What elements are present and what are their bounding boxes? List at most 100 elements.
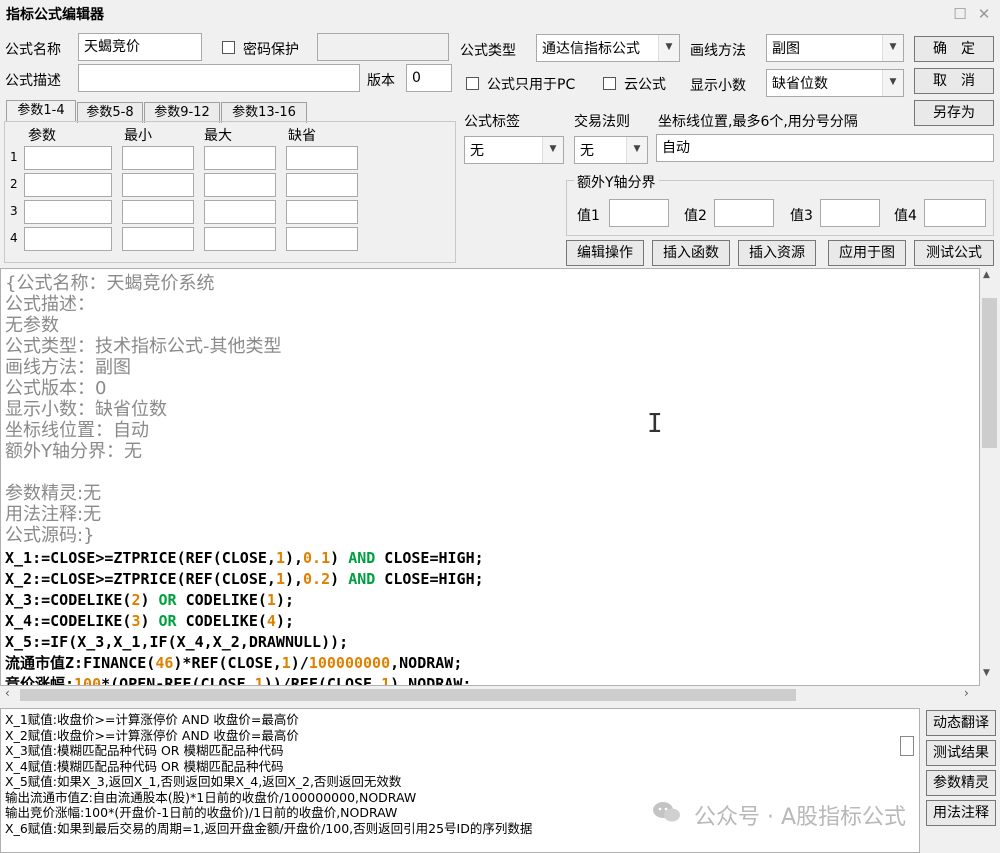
formula-name-input[interactable]: 天蝎竞价 [78, 33, 202, 61]
param-cell-input[interactable] [24, 227, 112, 251]
code-token: AND [348, 570, 376, 588]
cancel-button[interactable]: 取 消 [914, 68, 994, 94]
editor-vertical-scrollbar[interactable]: ▲ ▼ [980, 268, 1000, 686]
param-cell-input[interactable] [122, 227, 194, 251]
insert-resource-button[interactable]: 插入资源 [738, 240, 816, 266]
y-value-1-input[interactable] [609, 199, 669, 227]
code-token: FINANCE [83, 654, 147, 672]
param-cell-input[interactable] [286, 173, 358, 197]
param-cell-input[interactable] [122, 200, 194, 224]
insert-function-button[interactable]: 插入函数 [652, 240, 730, 266]
chevron-down-icon: ▼ [626, 137, 647, 163]
scroll-down-icon[interactable]: ▼ [983, 668, 990, 678]
y-value-3-input[interactable] [820, 199, 880, 227]
formula-desc-label: 公式描述 [5, 73, 61, 89]
restore-icon[interactable]: ☐ [950, 4, 970, 24]
code-token: )* [173, 654, 192, 672]
test-result-button[interactable]: 测试结果 [926, 740, 996, 766]
formula-type-value: 通达信指标公式 [542, 41, 640, 57]
param-header-name: 参数 [28, 128, 56, 144]
cloud-checkbox[interactable] [603, 77, 616, 90]
password-input[interactable] [317, 33, 449, 61]
scrollbar-thumb[interactable] [982, 298, 997, 448]
decimals-select[interactable]: 缺省位数 ▼ [766, 69, 904, 97]
scroll-right-icon[interactable]: › [964, 686, 969, 700]
y-value-4-input[interactable] [924, 199, 986, 227]
param-cell-input[interactable] [122, 173, 194, 197]
code-token: 竞价涨幅: [5, 675, 75, 686]
y-value-1-label: 值1 [577, 208, 600, 224]
output-scroll-handle[interactable] [900, 736, 914, 756]
save-as-button[interactable]: 另存为 [914, 100, 994, 126]
code-token: CLOSE [50, 549, 96, 567]
editor-horizontal-scrollbar[interactable]: ‹ › [0, 686, 980, 704]
code-token: ) [140, 591, 159, 609]
scroll-left-icon[interactable]: ‹ [5, 686, 10, 700]
param-wizard-button[interactable]: 参数精灵 [926, 770, 996, 796]
code-token: REF [191, 654, 219, 672]
param-cell-input[interactable] [122, 146, 194, 170]
param-cell-input[interactable] [24, 200, 112, 224]
tab-params-13-16[interactable]: 参数13-16 [221, 102, 307, 123]
y-value-2-input[interactable] [714, 199, 774, 227]
param-row-number: 2 [10, 177, 18, 191]
edit-operation-button[interactable]: 编辑操作 [566, 240, 644, 266]
code-token: CODELIKE [50, 591, 123, 609]
code-token: OR [158, 591, 177, 609]
code-token: 1 [254, 675, 264, 686]
usage-notes-button[interactable]: 用法注释 [926, 800, 996, 826]
password-label: 密码保护 [243, 42, 299, 58]
password-checkbox[interactable] [222, 41, 235, 54]
formula-source-editor[interactable]: {公式名称：天蝎竞价系统 公式描述： 无参数 公式类型：技术指标公式-其他类型 画线方法… [0, 268, 980, 686]
trade-rule-select[interactable]: 无 ▼ [574, 136, 648, 164]
code-token: CODELIKE [50, 612, 123, 630]
version-label: 版本 [367, 73, 395, 89]
trade-rule-label: 交易法则 [574, 114, 630, 130]
code-token: DRAWNULL [248, 633, 322, 651]
scroll-up-icon[interactable]: ▲ [983, 270, 990, 280]
formula-tag-select[interactable]: 无 ▼ [464, 136, 564, 164]
tab-params-9-12[interactable]: 参数9-12 [144, 102, 220, 123]
editor-code-line: X_3:=CODELIKE(2) OR CODELIKE(1); [5, 590, 294, 611]
code-token: (CLOSE, [218, 654, 282, 672]
param-cell-input[interactable] [204, 173, 276, 197]
apply-to-chart-button[interactable]: 应用于图 [828, 240, 906, 266]
ok-button[interactable]: 确 定 [914, 36, 994, 62]
code-token: 46 [155, 654, 174, 672]
y-axis-group-title: 额外Y轴分界 [574, 172, 659, 192]
test-formula-button[interactable]: 测试公式 [914, 240, 994, 266]
scrollbar-thumb[interactable] [20, 689, 796, 701]
param-cell-input[interactable] [286, 146, 358, 170]
draw-method-select[interactable]: 副图 ▼ [766, 34, 904, 62]
pc-only-checkbox[interactable] [466, 77, 479, 90]
param-row-number: 1 [10, 150, 18, 164]
editor-code-line: X_2:=CLOSE>=ZTPRICE(REF(CLOSE,1),0.2) AN… [5, 569, 484, 590]
cloud-label: 云公式 [624, 77, 666, 93]
title-bar [0, 0, 1000, 28]
tab-params-5-8[interactable]: 参数5-8 [77, 102, 143, 123]
param-cell-input[interactable] [24, 173, 112, 197]
version-input[interactable]: 0 [406, 64, 452, 92]
code-token: ( [176, 549, 186, 567]
tab-params-1-4[interactable]: 参数1-4 [6, 100, 76, 122]
formula-type-select[interactable]: 通达信指标公式 ▼ [536, 34, 680, 62]
code-token: ) [140, 612, 159, 630]
param-cell-input[interactable] [204, 146, 276, 170]
watermark-text: 公众号 · A股指标公式 [694, 805, 907, 830]
close-icon[interactable]: ✕ [974, 4, 994, 24]
editor-code-line: X_5:=IF(X_3,X_1,IF(X_4,X_2,DRAWNULL)); [5, 632, 348, 653]
param-cell-input[interactable] [204, 227, 276, 251]
chevron-down-icon: ▼ [658, 35, 679, 61]
param-cell-input[interactable] [204, 200, 276, 224]
param-cell-input[interactable] [286, 200, 358, 224]
formula-desc-input[interactable] [78, 64, 360, 92]
draw-method-label: 画线方法 [690, 43, 746, 59]
dynamic-translate-button[interactable]: 动态翻译 [926, 710, 996, 736]
code-token: ), [284, 570, 304, 588]
param-cell-input[interactable] [286, 227, 358, 251]
code-token: ),NODRAW; [390, 675, 472, 686]
code-token: 0.1 [303, 549, 331, 567]
param-cell-input[interactable] [24, 146, 112, 170]
code-token: AND [348, 549, 376, 567]
coord-line-input[interactable]: 自动 [656, 134, 994, 162]
